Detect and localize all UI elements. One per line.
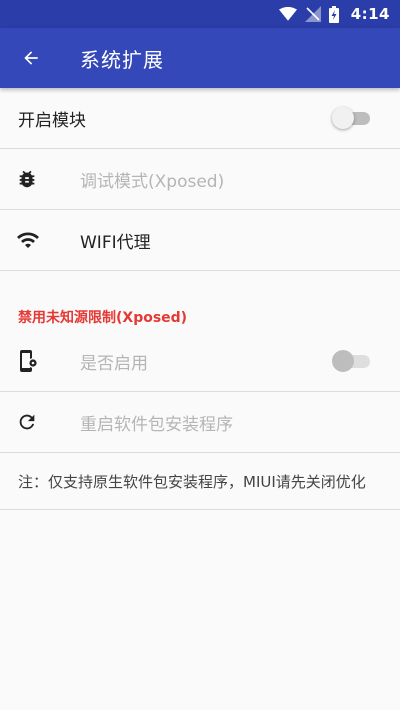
installer-note: 注：仅支持原生软件包安装程序，MIUI请先关闭优化 <box>0 453 400 510</box>
restart-installer-label: 重启软件包安装程序 <box>80 414 233 435</box>
settings-list: 开启模块 调试模式(Xposed) WIFI代理 禁用未知源限制(Xposed) <box>0 88 400 510</box>
wifi-icon <box>17 232 39 248</box>
wifi-icon <box>278 7 297 21</box>
wifi-proxy-label: WIFI代理 <box>80 232 151 253</box>
debug-mode-row[interactable]: 调试模式(Xposed) <box>0 149 400 210</box>
app-bar: 系统扩展 <box>0 28 400 88</box>
unknown-source-section-title: 禁用未知源限制(Xposed) <box>18 310 188 326</box>
phone-settings-icon <box>20 350 38 372</box>
bug-icon <box>19 170 35 188</box>
debug-mode-label: 调试模式(Xposed) <box>80 171 225 192</box>
back-button[interactable] <box>0 28 62 88</box>
restart-installer-row[interactable]: 重启软件包安装程序 <box>0 392 400 453</box>
unknown-source-enable-switch[interactable] <box>332 350 372 372</box>
unknown-source-enable-row[interactable]: 是否启用 <box>0 331 400 392</box>
status-bar: 4:14 <box>0 0 400 28</box>
status-time: 4:14 <box>350 5 390 23</box>
arrow-back-icon <box>24 51 38 65</box>
unknown-source-enable-label: 是否启用 <box>80 353 148 374</box>
page-title: 系统扩展 <box>80 47 164 72</box>
enable-module-row[interactable]: 开启模块 <box>0 88 400 149</box>
enable-module-switch[interactable] <box>332 107 372 129</box>
battery-charging-icon <box>328 5 339 23</box>
wifi-proxy-row[interactable]: WIFI代理 <box>0 210 400 271</box>
enable-module-label: 开启模块 <box>18 110 86 131</box>
refresh-icon <box>19 414 35 430</box>
no-signal-icon <box>304 6 321 22</box>
